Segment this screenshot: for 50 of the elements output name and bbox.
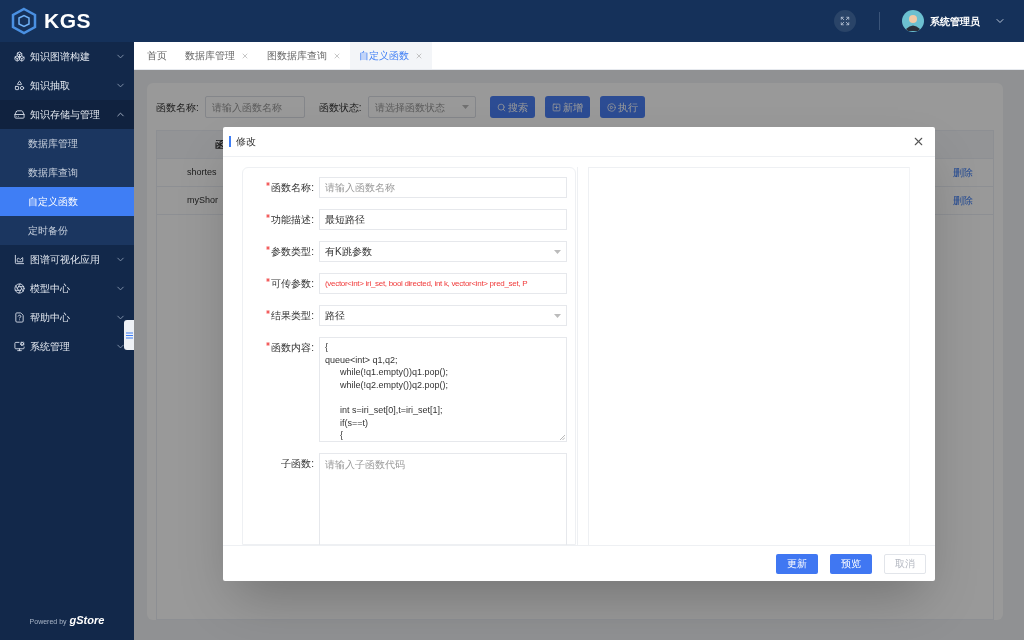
sidebar-group[interactable]: 模型中心 <box>0 274 134 303</box>
table-cell-text: shortes <box>187 165 217 179</box>
field-label: 功能描述: <box>271 213 314 227</box>
field-label: 可传参数: <box>271 277 314 291</box>
dialog-button[interactable]: 预览 <box>830 553 872 574</box>
page-tab[interactable]: 首页 <box>138 42 176 69</box>
collapse-handle[interactable] <box>124 320 134 350</box>
sidebar-subitem[interactable]: 数据库查询 <box>0 158 134 187</box>
caret-icon <box>554 249 561 254</box>
select-field[interactable]: 路径 <box>319 305 567 326</box>
fullscreen-button[interactable] <box>834 10 856 32</box>
add-icon <box>551 102 561 112</box>
sidebar-group[interactable]: 帮助中心 <box>0 303 134 332</box>
list-icon <box>125 331 133 339</box>
search-icon <box>496 102 506 112</box>
fullscreen-icon <box>840 16 850 26</box>
filter-label: 函数名称: <box>156 100 199 115</box>
page-tab[interactable]: 数据库管理 <box>176 42 258 69</box>
avatar-icon <box>902 10 924 32</box>
sidebar-subitem[interactable]: 数据库管理 <box>0 129 134 158</box>
resize-grip-icon[interactable] <box>560 435 565 440</box>
sidebar-group[interactable]: 知识抽取 <box>0 71 134 100</box>
field-label: 函数名称: <box>271 181 314 195</box>
caret-icon <box>554 313 561 318</box>
user-name[interactable]: 系统管理员 <box>930 13 980 29</box>
table-cell-text: myShor <box>187 193 218 207</box>
filter-label: 函数状态: <box>318 100 362 115</box>
field-label: 结果类型: <box>271 309 314 323</box>
app-logo-text: KGS <box>44 8 92 35</box>
field-label: 函数内容: <box>271 341 314 355</box>
run-icon <box>606 102 616 112</box>
field-label: 参数类型: <box>271 245 314 259</box>
sidebar-subitem[interactable]: 定时备份 <box>0 216 134 245</box>
select-field[interactable]: 有K跳参数 <box>319 241 567 262</box>
dialog-title: 修改 <box>236 135 256 149</box>
sidebar-group[interactable]: 知识图谱构建 <box>0 42 134 71</box>
cube-logo-icon <box>10 7 38 35</box>
text-field[interactable]: 最短路径 <box>319 209 567 230</box>
sidebar-group[interactable]: 知识存储与管理 <box>0 100 134 129</box>
code-textarea[interactable]: { queue<int> q1,q2; while(!q1.empty())q1.pop(); while(!q2.empty())q2.pop(); int s=iri_set[0],t=iri_set[1]; if(s==t) { <box>319 337 567 442</box>
sidebar-group[interactable]: 图谱可视化应用 <box>0 245 134 274</box>
text-field[interactable]: (vector<int> iri_set, bool directed, int k, vector<int> pred_set, P <box>319 273 567 294</box>
dialog-button[interactable]: 更新 <box>776 553 818 574</box>
field-label: 子函数: <box>281 457 314 471</box>
page-tab[interactable]: 图数据库查询 <box>258 42 350 69</box>
caret-icon <box>461 105 469 109</box>
brand-logo-text: gStore <box>69 614 105 626</box>
close-icon[interactable] <box>912 135 925 148</box>
sidebar-subitem[interactable]: 自定义函数 <box>0 187 134 216</box>
page-tab[interactable]: 自定义函数 <box>350 42 432 69</box>
